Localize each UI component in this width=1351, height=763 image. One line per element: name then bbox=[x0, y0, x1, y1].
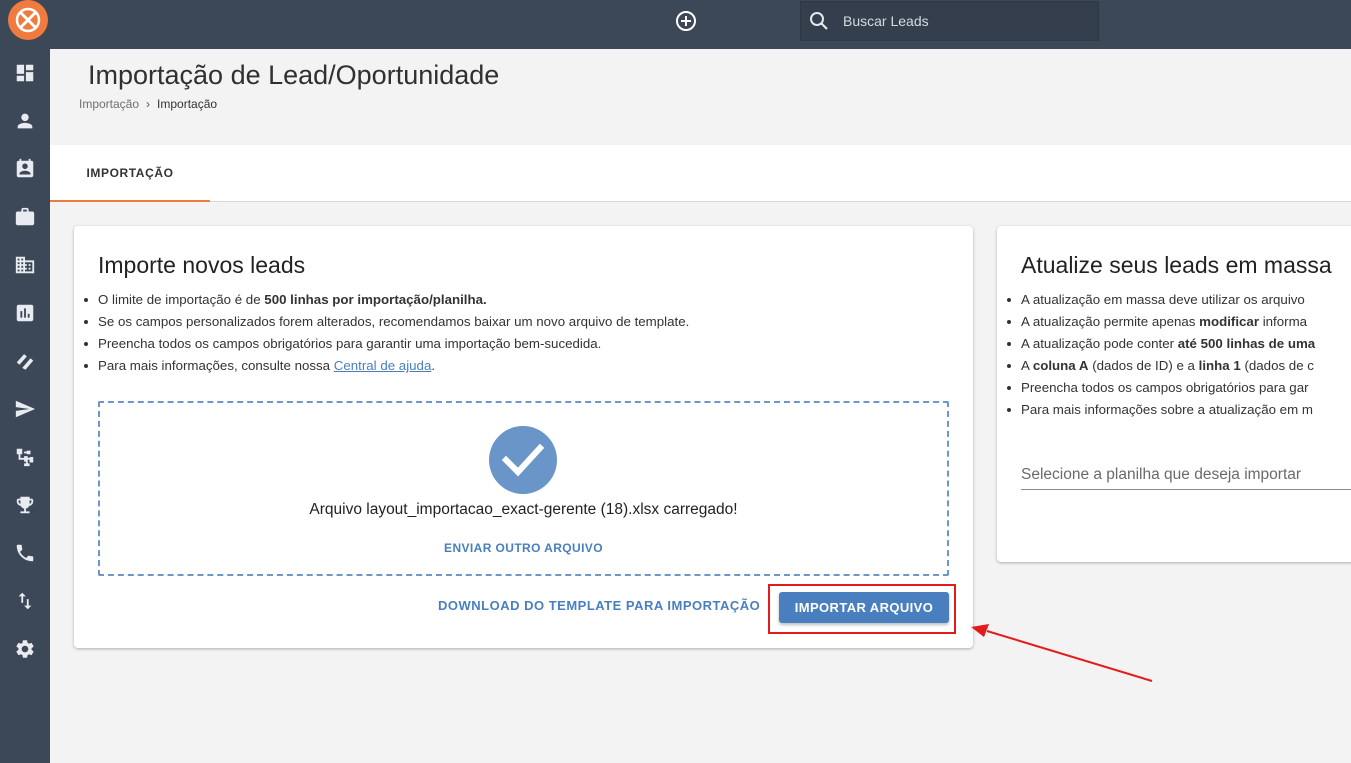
sidebar-item-settings[interactable] bbox=[0, 629, 50, 669]
dashboard-icon bbox=[16, 64, 34, 82]
list-item: Para mais informações, consulte nossa Ce… bbox=[74, 355, 689, 377]
list-item: Para mais informações sobre a atualizaçã… bbox=[997, 399, 1315, 421]
list-item: A atualização pode conter até 500 linhas… bbox=[997, 333, 1315, 355]
list-item: Preencha todos os campos obrigatórios pa… bbox=[997, 377, 1315, 399]
sidebar-item-phone[interactable] bbox=[0, 533, 50, 573]
tab-importacao[interactable]: IMPORTAÇÃO bbox=[50, 145, 210, 202]
list-item: A coluna A (dados de ID) e a linha 1 (da… bbox=[997, 355, 1315, 377]
sidebar-item-business[interactable] bbox=[0, 197, 50, 237]
import-instructions-list: O limite de importação é de 500 linhas p… bbox=[74, 289, 689, 377]
sidebar-item-trophy[interactable] bbox=[0, 485, 50, 525]
tags-icon bbox=[16, 354, 34, 370]
trophy-icon bbox=[16, 496, 34, 514]
briefcase-icon bbox=[15, 207, 35, 226]
sidebar-item-persons[interactable] bbox=[0, 101, 50, 141]
update-card: Atualize seus leads em massa A atualizaç… bbox=[997, 226, 1351, 562]
import-card-title: Importe novos leads bbox=[98, 252, 306, 278]
breadcrumb: Importação › Importação bbox=[79, 97, 217, 111]
update-instructions-list: A atualização em massa deve utilizar os … bbox=[997, 289, 1315, 421]
chevron-right-icon: › bbox=[146, 97, 151, 111]
list-item: Preencha todos os campos obrigatórios pa… bbox=[74, 333, 689, 355]
tab-bar: IMPORTAÇÃO bbox=[50, 145, 1351, 202]
breadcrumb-current: Importação bbox=[157, 97, 218, 111]
contact-card-icon bbox=[16, 158, 34, 178]
download-template-button[interactable]: DOWNLOAD DO TEMPLATE PARA IMPORTAÇÃO bbox=[438, 598, 760, 613]
send-icon bbox=[15, 400, 36, 418]
annotation-arrow-icon bbox=[971, 624, 1153, 682]
sync-arrows-icon bbox=[18, 592, 32, 610]
building-icon bbox=[15, 256, 35, 274]
add-circle-icon[interactable] bbox=[674, 9, 698, 33]
sidebar-item-dashboard[interactable] bbox=[0, 53, 50, 93]
sidebar-item-tags[interactable] bbox=[0, 341, 50, 381]
sidebar bbox=[0, 49, 50, 763]
bar-chart-icon bbox=[16, 304, 34, 322]
help-center-link[interactable]: Central de ajuda bbox=[334, 358, 432, 373]
settings-gear-icon bbox=[16, 640, 34, 658]
search-icon[interactable] bbox=[809, 11, 829, 31]
list-item: O limite de importação é de 500 linhas p… bbox=[74, 289, 689, 311]
page-title: Importação de Lead/Oportunidade bbox=[88, 60, 500, 90]
spreadsheet-select[interactable]: Selecione a planilha que deseja importar bbox=[1021, 466, 1351, 490]
sidebar-item-send[interactable] bbox=[0, 389, 50, 429]
search-input[interactable] bbox=[843, 13, 1083, 29]
top-bar bbox=[0, 0, 1351, 49]
sidebar-item-reports[interactable] bbox=[0, 293, 50, 333]
search-bar bbox=[800, 1, 1099, 41]
send-other-file-button[interactable]: ENVIAR OUTRO ARQUIVO bbox=[100, 541, 947, 555]
check-circle-icon bbox=[489, 426, 557, 494]
import-file-button[interactable]: IMPORTAR ARQUIVO bbox=[779, 592, 949, 623]
breadcrumb-parent[interactable]: Importação bbox=[79, 97, 139, 111]
list-item: A atualização em massa deve utilizar os … bbox=[997, 289, 1315, 311]
sidebar-item-hierarchy[interactable] bbox=[0, 437, 50, 477]
import-card: Importe novos leads O limite de importaç… bbox=[74, 226, 973, 648]
hierarchy-icon bbox=[16, 448, 34, 467]
sidebar-item-sync[interactable] bbox=[0, 581, 50, 621]
sidebar-item-companies[interactable] bbox=[0, 245, 50, 285]
sidebar-item-contacts[interactable] bbox=[0, 149, 50, 189]
list-item: A atualização permite apenas modificar i… bbox=[997, 311, 1315, 333]
person-icon bbox=[17, 113, 33, 129]
list-item: Se os campos personalizados forem altera… bbox=[74, 311, 689, 333]
file-dropzone[interactable]: Arquivo layout_importacao_exact-gerente … bbox=[98, 401, 949, 576]
update-card-title: Atualize seus leads em massa bbox=[1021, 252, 1332, 278]
exact-sales-logo-icon[interactable] bbox=[8, 0, 48, 40]
phone-icon bbox=[16, 544, 34, 562]
upload-success-message: Arquivo layout_importacao_exact-gerente … bbox=[309, 501, 738, 518]
